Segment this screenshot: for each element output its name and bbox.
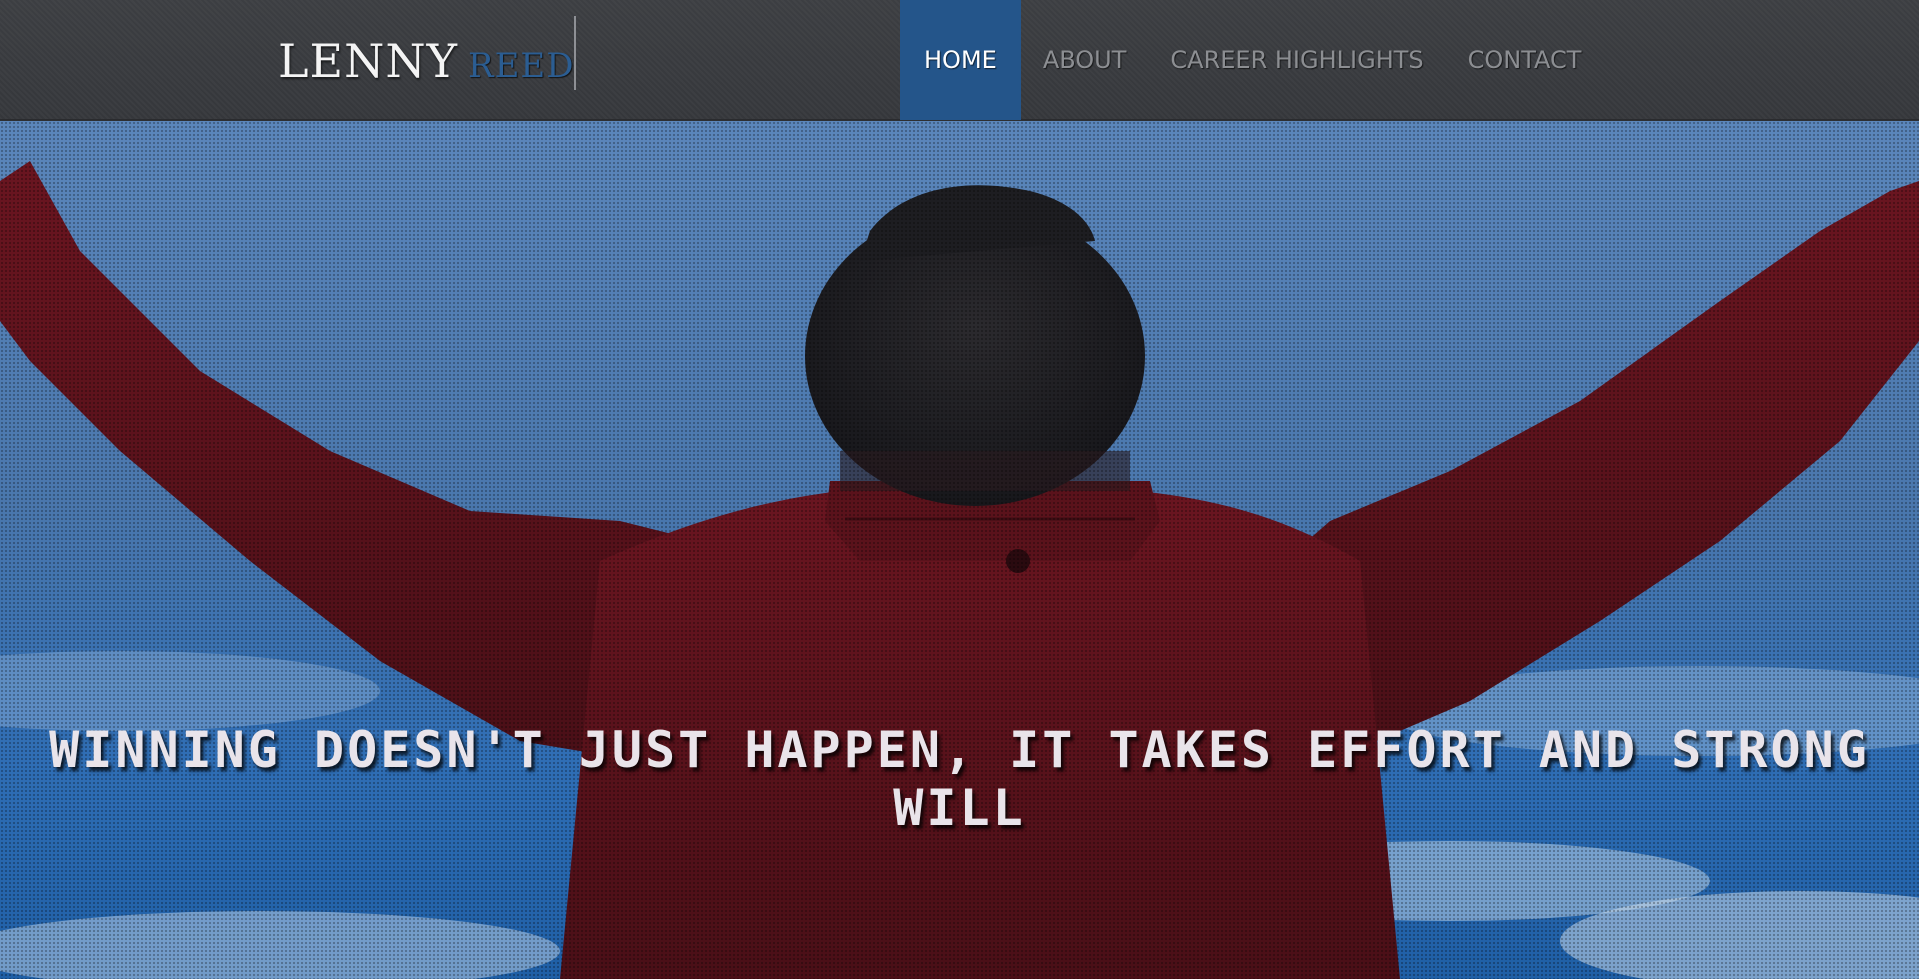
hero-background-image: [0, 121, 1919, 979]
hero-headline: WINNING DOESN'T JUST HAPPEN, IT TAKES EF…: [49, 721, 1870, 837]
nav-item-about[interactable]: ABOUT: [1021, 0, 1149, 120]
logo-first-name: LENNY: [278, 34, 458, 88]
main-nav: HOME ABOUT CAREER HIGHLIGHTS CONTACT: [900, 0, 1603, 120]
nav-item-home[interactable]: HOME: [900, 0, 1021, 120]
top-navbar: LENNY REED HOME ABOUT CAREER HIGHLIGHTS …: [0, 0, 1919, 120]
logo-divider: [574, 16, 576, 90]
site-logo[interactable]: LENNY REED: [278, 34, 575, 90]
hero-section: WINNING DOESN'T JUST HAPPEN, IT TAKES EF…: [0, 121, 1919, 979]
nav-item-career-highlights[interactable]: CAREER HIGHLIGHTS: [1148, 0, 1445, 120]
nav-item-contact[interactable]: CONTACT: [1446, 0, 1604, 120]
logo-last-name: REED: [468, 46, 575, 86]
